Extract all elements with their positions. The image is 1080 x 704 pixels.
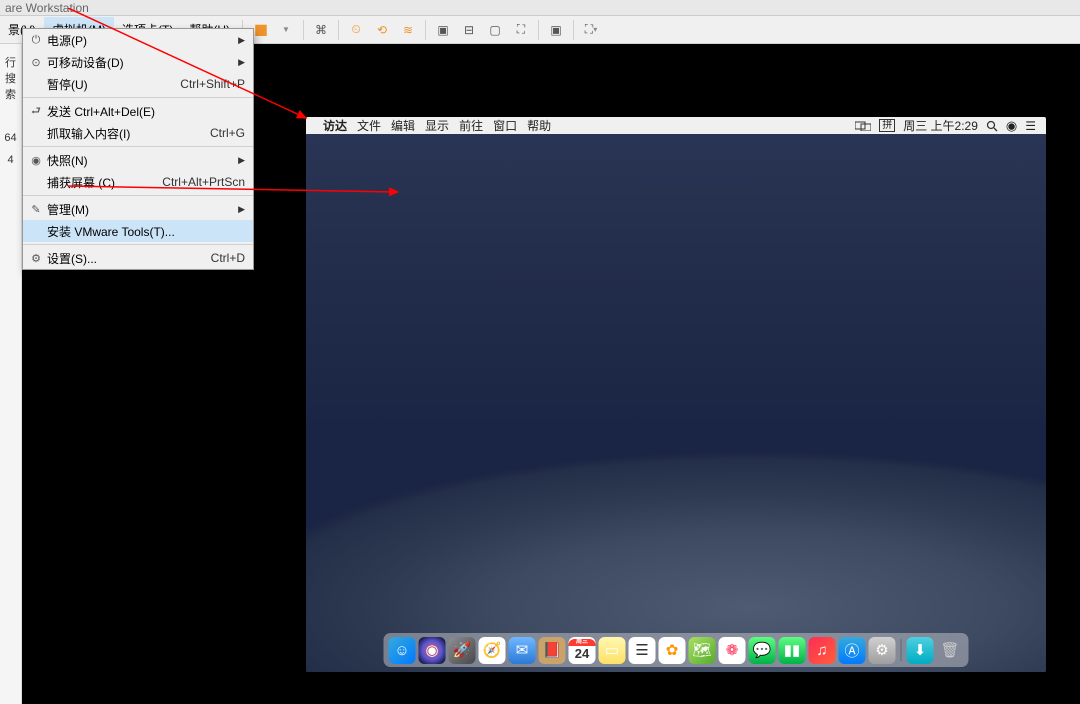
menu-item-label: 设置(S)... — [45, 250, 211, 267]
menu-item[interactable]: ⏻电源(P)▶ — [23, 29, 253, 51]
dock-trash-icon[interactable]: 🗑 — [937, 637, 964, 664]
mac-menu-file[interactable]: 文件 — [357, 117, 381, 134]
sidebar-entry[interactable]: 4 — [0, 144, 21, 166]
send-keys-icon[interactable]: ⌘ — [310, 19, 332, 41]
view-console2-icon[interactable]: ▣ — [545, 19, 567, 41]
dock-maps-icon[interactable]: 🗺 — [689, 637, 716, 664]
view-fullscreen-icon[interactable]: ⛶ — [510, 19, 532, 41]
mac-vm-window[interactable]: 访达 文件 编辑 显示 前往 窗口 帮助 拼 周三 上午2:29 ◉ ☰ ☺◉🚀… — [306, 117, 1046, 672]
menu-item-label: 发送 Ctrl+Alt+Del(E) — [45, 103, 245, 120]
dock-reminders-icon[interactable]: ☰ — [629, 637, 656, 664]
mac-menubar: 访达 文件 编辑 显示 前往 窗口 帮助 拼 周三 上午2:29 ◉ ☰ — [306, 117, 1046, 134]
mac-menu-go[interactable]: 前往 — [459, 117, 483, 134]
toolbar-sep — [425, 20, 426, 40]
menu-item-shortcut: Ctrl+Shift+P — [180, 77, 245, 91]
dock-photos-icon[interactable]: ✿ — [659, 637, 686, 664]
menu-item-icon: ◉ — [27, 154, 45, 167]
notification-center-icon[interactable]: ☰ — [1025, 119, 1036, 133]
dock-separator — [901, 639, 902, 661]
mac-datetime[interactable]: 周三 上午2:29 — [903, 117, 978, 134]
toolbar-sep — [573, 20, 574, 40]
toolbar-sep — [303, 20, 304, 40]
input-method-icon[interactable]: 拼 — [879, 119, 895, 132]
spotlight-icon[interactable] — [986, 120, 998, 132]
mac-menu-edit[interactable]: 编辑 — [391, 117, 415, 134]
toolbar-sep — [538, 20, 539, 40]
menu-item[interactable]: ⚙设置(S)...Ctrl+D — [23, 247, 253, 269]
menu-separator — [23, 97, 253, 98]
mac-menu-help[interactable]: 帮助 — [527, 117, 551, 134]
menu-item-icon: ✎ — [27, 203, 45, 216]
menu-item-label: 可移动设备(D) — [45, 54, 245, 71]
app-title-text: are Workstation — [5, 1, 89, 15]
dock-siri-icon[interactable]: ◉ — [419, 637, 446, 664]
snapshot-take-icon[interactable]: ⏲ — [345, 19, 367, 41]
dock-finder-icon[interactable]: ☺ — [389, 637, 416, 664]
dock-settings-icon[interactable]: ⚙ — [869, 637, 896, 664]
mac-menu-view[interactable]: 显示 — [425, 117, 449, 134]
dock-calendar-icon[interactable]: 周三24 — [569, 637, 596, 664]
menu-item-icon: ⊙ — [27, 56, 45, 69]
dropdown-caret-icon[interactable]: ▼ — [275, 19, 297, 41]
vm-dropdown-menu: ⏻电源(P)▶⊙可移动设备(D)▶暂停(U)Ctrl+Shift+P⮐发送 Ct… — [22, 28, 254, 270]
dock-appstore-icon[interactable]: Ⓐ — [839, 637, 866, 664]
menu-item-shortcut: Ctrl+D — [211, 251, 245, 265]
submenu-arrow-icon: ▶ — [238, 35, 245, 46]
display-mirror-icon[interactable] — [855, 121, 871, 131]
menu-item-icon: ⏻ — [27, 34, 45, 47]
view-console-icon[interactable]: ▣ — [432, 19, 454, 41]
mac-desktop-wallpaper — [306, 134, 1046, 672]
menu-item-shortcut: Ctrl+G — [210, 126, 245, 140]
menu-item-shortcut: Ctrl+Alt+PrtScn — [162, 175, 245, 189]
stretch-icon[interactable]: ⛶ ▾ — [580, 19, 602, 41]
dock-notes-icon[interactable]: ▭ — [599, 637, 626, 664]
menu-item-label: 安装 VMware Tools(T)... — [45, 223, 245, 240]
dock-launchpad-icon[interactable]: 🚀 — [449, 637, 476, 664]
menu-separator — [23, 195, 253, 196]
menu-separator — [23, 244, 253, 245]
menu-item[interactable]: ◉快照(N)▶ — [23, 149, 253, 171]
sidebar-entry[interactable]: 64 — [0, 122, 21, 144]
dock-photos2-icon[interactable]: ❁ — [719, 637, 746, 664]
menu-item-label: 快照(N) — [45, 152, 245, 169]
mac-menu-window[interactable]: 窗口 — [493, 117, 517, 134]
menu-item-label: 管理(M) — [45, 201, 245, 218]
dock-messages-icon[interactable]: 💬 — [749, 637, 776, 664]
menu-item[interactable]: 安装 VMware Tools(T)... — [23, 220, 253, 242]
menu-item-label: 捕获屏幕 (C) — [45, 174, 162, 191]
view-thumbnail-icon[interactable]: ⊟ — [458, 19, 480, 41]
dock-downloads-icon[interactable]: ⬇ — [907, 637, 934, 664]
sidebar-search-label[interactable]: 行搜索 — [0, 44, 21, 102]
submenu-arrow-icon: ▶ — [238, 155, 245, 166]
toolbar-sep — [338, 20, 339, 40]
menu-item[interactable]: 暂停(U)Ctrl+Shift+P — [23, 73, 253, 95]
submenu-arrow-icon: ▶ — [238, 204, 245, 215]
menu-item[interactable]: ⮐发送 Ctrl+Alt+Del(E) — [23, 100, 253, 122]
dock-itunes-icon[interactable]: ♫ — [809, 637, 836, 664]
menu-item-label: 暂停(U) — [45, 76, 180, 93]
snapshot-manage-icon[interactable]: ≋ — [397, 19, 419, 41]
siri-icon[interactable]: ◉ — [1006, 118, 1017, 134]
mac-app-name[interactable]: 访达 — [323, 117, 347, 134]
snapshot-revert-icon[interactable]: ⟲ — [371, 19, 393, 41]
dock-mail-icon[interactable]: ✉ — [509, 637, 536, 664]
app-title-bar: are Workstation — [0, 0, 1080, 16]
menu-item-label: 抓取输入内容(I) — [45, 125, 210, 142]
menu-item[interactable]: ✎管理(M)▶ — [23, 198, 253, 220]
dock-facetime-icon[interactable]: ▮▮ — [779, 637, 806, 664]
submenu-arrow-icon: ▶ — [238, 57, 245, 68]
left-sidebar: 行搜索 64 4 — [0, 44, 22, 704]
dock-safari-icon[interactable]: 🧭 — [479, 637, 506, 664]
view-unity-icon[interactable]: ▢ — [484, 19, 506, 41]
menu-item-label: 电源(P) — [45, 32, 245, 49]
menu-item[interactable]: ⊙可移动设备(D)▶ — [23, 51, 253, 73]
mac-dock: ☺◉🚀🧭✉📕周三24▭☰✿🗺❁💬▮▮♫Ⓐ⚙ ⬇🗑 — [384, 633, 969, 667]
menu-separator — [23, 146, 253, 147]
menu-item-icon: ⮐ — [27, 102, 45, 121]
menu-item[interactable]: 抓取输入内容(I)Ctrl+G — [23, 122, 253, 144]
menu-item[interactable]: 捕获屏幕 (C)Ctrl+Alt+PrtScn — [23, 171, 253, 193]
dock-contacts-icon[interactable]: 📕 — [539, 637, 566, 664]
menu-item-icon: ⚙ — [27, 252, 45, 265]
